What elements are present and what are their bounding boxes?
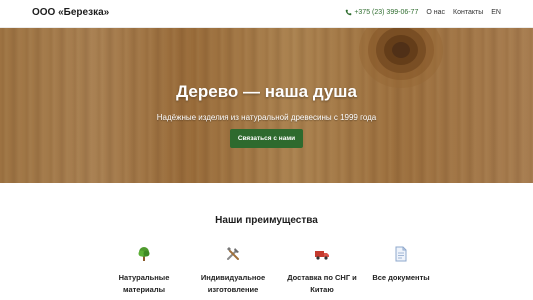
feature-label: Натуральные материалы [118,273,170,294]
hero-subtitle: Надёжные изделия из натуральной древесин… [156,113,377,122]
nav-link-about[interactable]: О нас [426,9,445,16]
main-nav: +375 (23) 399-06-77 О нас Контакты EN [345,9,501,16]
hero-title: Дерево — наша душа [176,82,357,101]
feature-natural-materials: Натуральные материалы [99,246,189,296]
tools-icon [227,247,239,260]
nav-link-contacts[interactable]: Контакты [453,9,483,16]
site-header: ООО «Березка» +375 (23) 399-06-77 О нас … [0,0,533,28]
hero-banner: Дерево — наша душа Надёжные изделия из н… [0,28,533,183]
feature-label: Индивидуальное изготовление [200,273,266,294]
site-logo[interactable]: ООО «Березка» [32,7,109,18]
phone-number: +375 (23) 399-06-77 [354,9,419,16]
phone-icon [346,9,352,16]
document-icon [395,246,407,262]
features-heading: Наши преимущества [215,215,318,226]
feature-delivery: Доставка по СНГ и Китаю [277,246,367,296]
feature-label: Доставка по СНГ и Китаю [287,273,357,294]
feature-label: Все документы [372,273,430,282]
feature-documents: Все документы [356,246,446,284]
contact-us-button[interactable]: Связаться с нами [230,129,303,148]
phone-link[interactable]: +375 (23) 399-06-77 [345,9,418,16]
hero-overlay [0,28,533,183]
language-switch[interactable]: EN [491,9,501,16]
feature-custom-manufacturing: Индивидуальное изготовление [188,246,278,296]
truck-icon [315,251,329,260]
tree-icon [138,247,150,261]
